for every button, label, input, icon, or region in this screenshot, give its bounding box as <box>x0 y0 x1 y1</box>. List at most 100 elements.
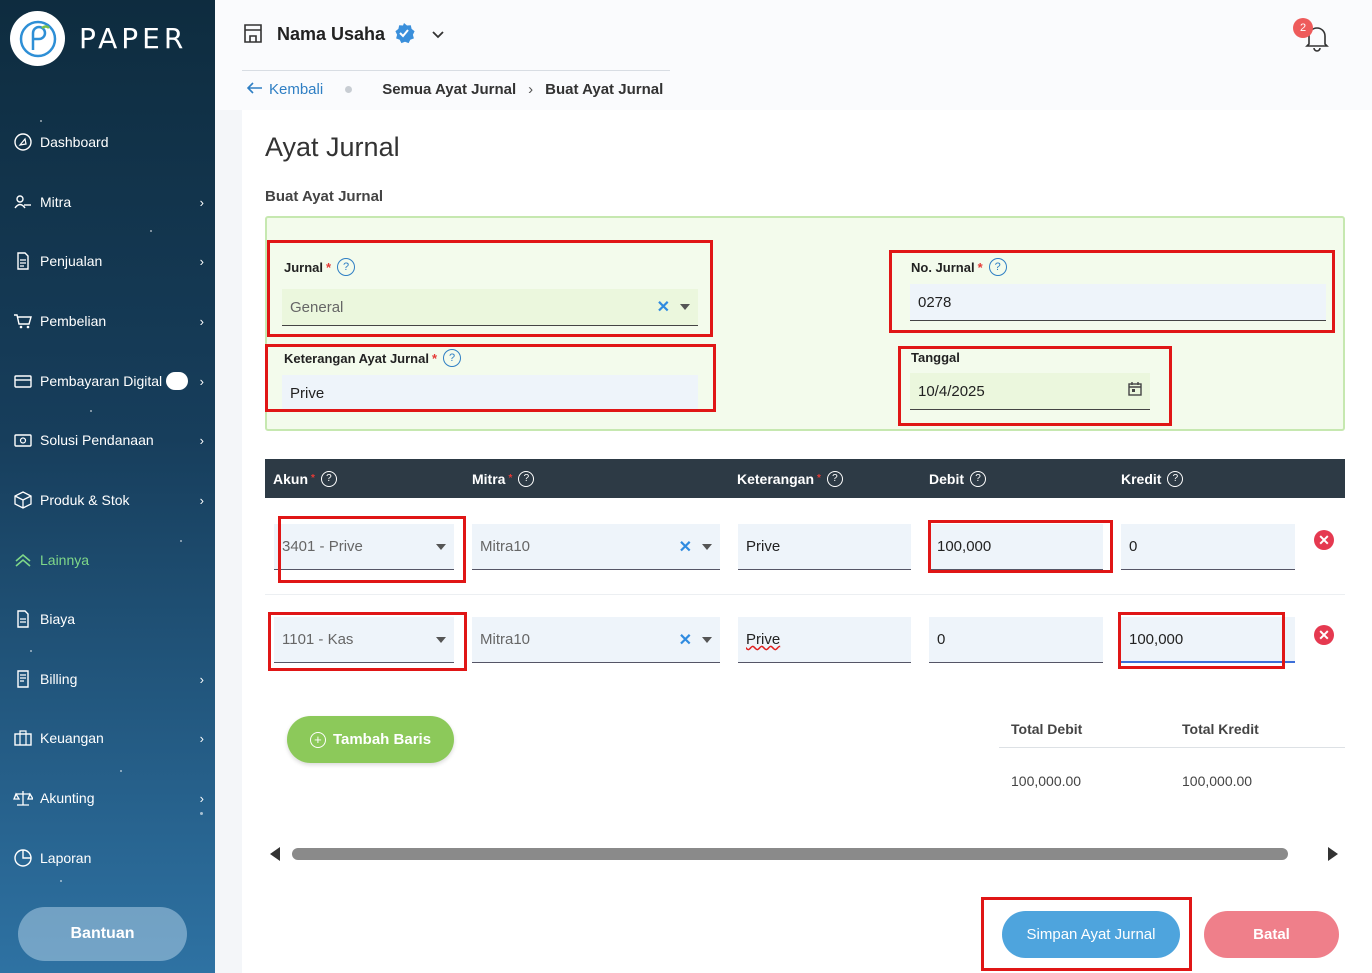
total-kredit-value: 100,000.00 <box>1182 773 1253 789</box>
sidebar-item-biaya[interactable]: Biaya <box>12 604 204 634</box>
help-icon[interactable]: ? <box>443 349 462 367</box>
add-row-label: Tambah Baris <box>332 731 432 748</box>
header-text: Keterangan <box>737 470 815 487</box>
tanggal-input[interactable]: 10/4/2025 <box>910 373 1150 410</box>
sidebar-item-keuangan[interactable]: Keuangan › <box>12 723 204 753</box>
chevron-right-icon: › <box>528 81 534 98</box>
row1-delete-icon[interactable]: ✕ <box>1314 530 1334 550</box>
business-selector[interactable]: Nama Usaha <box>243 22 445 47</box>
row2-akun-select[interactable]: 1101 - Kas <box>274 617 454 663</box>
akun-value: 1101 - Kas <box>282 631 354 648</box>
help-icon[interactable]: ? <box>337 258 356 276</box>
row1-akun-select[interactable]: 3401 - Prive <box>274 524 454 570</box>
entries-table-header: Akun * ? Mitra * ? Keterangan * ? Debit … <box>265 459 1345 498</box>
row1-kredit-input[interactable]: 0 <box>1121 524 1295 570</box>
chevron-right-icon: › <box>199 730 204 746</box>
total-debit-label: Total Debit <box>1011 721 1083 737</box>
caret-down-icon[interactable] <box>436 543 446 550</box>
row-divider <box>265 594 1345 595</box>
notification-button[interactable]: 2 <box>1293 16 1333 52</box>
clear-icon[interactable]: ✕ <box>657 297 670 317</box>
required-mark: * <box>817 473 821 484</box>
row2-kredit-input[interactable]: 100,000 <box>1121 617 1295 663</box>
no-jurnal-input[interactable]: 0278 <box>910 284 1326 321</box>
sidebar-item-laporan[interactable]: Laporan <box>12 843 204 873</box>
store-icon <box>243 22 263 47</box>
help-icon[interactable]: ? <box>518 470 535 487</box>
jurnal-select[interactable]: General ✕ <box>282 289 698 326</box>
help-icon[interactable]: ? <box>970 470 986 487</box>
cart-icon <box>12 310 34 332</box>
cancel-button[interactable]: Batal <box>1204 911 1339 958</box>
horizontal-scrollbar[interactable] <box>292 848 1288 860</box>
pie-icon <box>12 847 34 869</box>
debit-value: 100,000 <box>937 538 992 555</box>
chevron-down-icon[interactable] <box>431 27 445 43</box>
help-button[interactable]: Bantuan <box>18 907 187 961</box>
chevron-up-double-icon <box>12 549 34 571</box>
sidebar-item-label: Solusi Pendanaan <box>40 432 154 448</box>
sidebar-item-mitra[interactable]: Mitra › <box>12 187 204 217</box>
sidebar-item-billing[interactable]: Billing › <box>12 664 204 694</box>
no-jurnal-value: 0278 <box>918 293 952 311</box>
clear-icon[interactable]: ✕ <box>679 537 692 557</box>
row1-debit-input[interactable]: 100,000 <box>929 524 1103 570</box>
divider <box>242 70 670 71</box>
clear-icon[interactable]: ✕ <box>679 630 692 650</box>
keterangan-value: Prive <box>290 384 325 402</box>
billing-icon <box>12 668 34 690</box>
card-icon <box>12 370 34 392</box>
sidebar-item-lainnya[interactable]: Lainnya <box>12 545 204 575</box>
sidebar-item-solusi-pendanaan[interactable]: Solusi Pendanaan › <box>12 425 204 455</box>
users-icon <box>12 191 34 213</box>
chevron-right-icon: › <box>199 671 204 687</box>
sidebar-item-label: Billing <box>40 671 78 687</box>
sidebar-item-label: Akunting <box>40 790 95 806</box>
back-label: Kembali <box>269 81 324 98</box>
tanggal-value: 10/4/2025 <box>918 382 985 400</box>
breadcrumb-create-journal: Buat Ayat Jurnal <box>545 81 664 98</box>
sidebar-item-produk-stok[interactable]: Produk & Stok › <box>12 485 204 515</box>
mitra-value: Mitra10 <box>480 538 531 555</box>
sidebar-item-dashboard[interactable]: Dashboard <box>12 127 204 157</box>
sidebar-item-penjualan[interactable]: Penjualan › <box>12 246 204 276</box>
row2-debit-input[interactable]: 0 <box>929 617 1103 663</box>
verified-icon <box>393 22 415 47</box>
save-journal-button[interactable]: Simpan Ayat Jurnal <box>1002 911 1180 958</box>
add-row-button[interactable]: + Tambah Baris <box>287 716 454 763</box>
briefcase-icon <box>12 727 34 749</box>
scroll-left-arrow-icon[interactable] <box>270 847 280 861</box>
sidebar-item-pembelian[interactable]: Pembelian › <box>12 306 204 336</box>
label-text: Jurnal <box>284 259 324 275</box>
app-logo[interactable]: PAPER <box>10 11 187 66</box>
tanggal-label: Tanggal <box>911 350 960 365</box>
row2-delete-icon[interactable]: ✕ <box>1314 625 1334 645</box>
help-icon[interactable]: ? <box>826 470 843 487</box>
help-icon[interactable]: ? <box>1167 470 1184 487</box>
header-keterangan: Keterangan * ? <box>737 459 843 498</box>
header-mitra: Mitra * ? <box>472 459 535 498</box>
receipt-icon <box>12 608 34 630</box>
required-mark: * <box>977 259 983 275</box>
caret-down-icon[interactable] <box>680 304 690 310</box>
sidebar-item-akunting[interactable]: Akunting › <box>12 783 204 813</box>
sidebar-item-pembayaran-digital[interactable]: Pembayaran Digital › <box>12 366 204 396</box>
sidebar-item-label: Keuangan <box>40 730 104 746</box>
row1-mitra-select[interactable]: Mitra10 ✕ <box>472 524 720 570</box>
sidebar-item-label: Dashboard <box>40 134 109 150</box>
help-icon[interactable]: ? <box>988 258 1007 276</box>
row1-keterangan-input[interactable]: Prive <box>738 524 911 570</box>
back-link[interactable]: Kembali <box>246 81 324 98</box>
help-icon[interactable]: ? <box>320 470 337 487</box>
label-text: Tanggal <box>911 350 960 365</box>
caret-down-icon[interactable] <box>702 636 712 643</box>
scroll-right-arrow-icon[interactable] <box>1328 847 1338 861</box>
caret-down-icon[interactable] <box>436 636 446 643</box>
caret-down-icon[interactable] <box>702 543 712 550</box>
main-content: Ayat Jurnal Buat Ayat Jurnal Jurnal * ? … <box>242 110 1372 973</box>
row2-keterangan-input[interactable]: Prive <box>738 617 911 663</box>
row2-mitra-select[interactable]: Mitra10 ✕ <box>472 617 720 663</box>
breadcrumb-all-journals[interactable]: Semua Ayat Jurnal <box>382 81 516 98</box>
keterangan-input[interactable]: Prive <box>282 375 698 412</box>
calendar-icon[interactable] <box>1128 382 1142 400</box>
